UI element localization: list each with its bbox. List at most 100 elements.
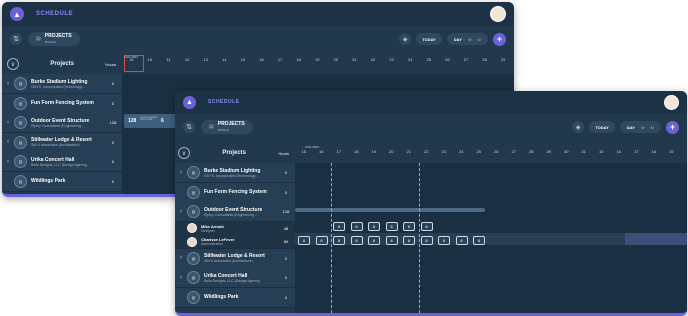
person-row[interactable]: Mike Arnold Designer 48 — [175, 221, 295, 236]
day-label: 13 — [203, 57, 208, 62]
app-logo-icon[interactable]: ▲ — [183, 95, 196, 109]
filter-icon[interactable]: ⇅ — [10, 33, 22, 45]
project-row[interactable]: ˅ ▤ Burke Stadium Lighting GDYS, Incorporat… — [2, 74, 122, 94]
layers-icon[interactable]: ◈ — [572, 121, 585, 133]
view-month[interactable]: M — [648, 125, 657, 130]
project-row[interactable]: ▤ Wildlings Park 0 — [2, 171, 122, 192]
project-avatar: ▤ — [187, 290, 200, 304]
today-button[interactable]: TODAY — [589, 121, 615, 133]
day-label: 17 — [277, 57, 283, 62]
hours-value: 0 — [284, 294, 288, 300]
hour-cell[interactable]: 8 — [350, 222, 363, 231]
project-selector-sub: MIDDLE — [217, 128, 230, 132]
project-row[interactable]: ˅ ▤ Urika Concert Hall Bella Designs, LLC (… — [175, 268, 295, 288]
view-month[interactable]: M — [475, 37, 484, 42]
hour-cell[interactable]: 8 — [298, 236, 310, 245]
view-switcher[interactable]: DAY W M — [446, 33, 488, 45]
app-name: SCHEDULE — [208, 99, 240, 105]
project-bar-outdoor-event[interactable] — [295, 208, 485, 212]
layers-icon[interactable]: ◈ — [399, 33, 412, 45]
chevron-down-icon[interactable]: ˅ — [175, 255, 187, 261]
project-row[interactable]: ˅ ▤ Burke Stadium Lighting GDYS, Incorporat… — [175, 163, 295, 183]
view-day[interactable]: DAY — [451, 37, 465, 42]
app-logo-icon[interactable]: ▲ — [10, 7, 24, 21]
today-marker — [331, 163, 332, 313]
sidebar-header: ∨ Projects Hours — [2, 54, 122, 74]
day-label: 15 — [240, 57, 246, 62]
hour-cell[interactable]: 8 — [333, 222, 345, 231]
collapse-all-icon[interactable]: ∨ — [7, 58, 19, 70]
collapse-all-icon[interactable]: ∨ — [178, 147, 190, 159]
hours-value: 128 — [109, 120, 117, 125]
day-label: 12 — [184, 57, 190, 62]
project-row[interactable]: ▤ Fun Form Fencing System 0 — [175, 182, 295, 203]
add-button[interactable]: + — [666, 120, 679, 134]
project-row[interactable]: ▤ Fun Form Fencing System 0 — [2, 93, 122, 114]
add-button[interactable]: + — [493, 32, 506, 46]
chevron-down-icon[interactable]: ˅ — [175, 275, 187, 281]
chevron-down-icon[interactable]: ˅ — [2, 120, 14, 126]
view-week[interactable]: W — [465, 37, 475, 42]
view-week[interactable]: W — [638, 125, 648, 130]
hour-cell[interactable]: 8 — [403, 222, 415, 231]
hour-cell[interactable]: 8 — [473, 236, 485, 245]
day-label: 25 — [476, 149, 481, 154]
today-button[interactable]: TODAY — [416, 33, 442, 45]
day-label: 17 — [634, 149, 639, 154]
filter-icon[interactable]: ⇅ — [183, 121, 195, 133]
project-row[interactable]: ˅ ▤ Stillwater Lodge & Resort Still & Assoc… — [2, 132, 122, 153]
user-avatar[interactable] — [664, 95, 679, 110]
sidebar-title: Projects — [222, 150, 246, 156]
project-row[interactable]: ˅ ▤ Outdoor Event Structure Ripley Consulta… — [2, 113, 122, 133]
day-label: 19 — [315, 57, 320, 62]
hour-cell[interactable]: 8 — [455, 236, 468, 245]
project-row[interactable]: ˄ ▤ Outdoor Event Structure Ripley Consulta… — [175, 202, 295, 222]
view-switcher[interactable]: DAY W M — [619, 121, 661, 133]
hour-cell[interactable]: 8 — [350, 236, 363, 245]
hours-value: 0 — [111, 81, 115, 86]
project-selector[interactable]: ▤ PROJECTS MIDDLE — [201, 120, 253, 134]
day-label: 21 — [406, 149, 411, 154]
sidebar-title: Projects — [50, 61, 74, 67]
project-name: Wildlings Park — [204, 294, 239, 300]
day-label: 18 — [651, 149, 656, 154]
project-name: Fun Form Fencing System — [204, 189, 267, 195]
day-label: 14 — [222, 57, 227, 62]
hour-cell[interactable]: 8 — [333, 236, 345, 245]
person-avatar — [187, 223, 197, 233]
chevron-down-icon[interactable]: ˅ — [2, 81, 14, 87]
hour-cell[interactable]: 8 — [368, 236, 380, 245]
day-label: 20 — [333, 57, 339, 62]
person-row[interactable]: Charisse LeFever Administration 80 — [175, 235, 295, 249]
hour-cell[interactable]: 8 — [385, 222, 398, 231]
hours-value: 0 — [111, 178, 115, 184]
project-avatar: ▤ — [187, 251, 200, 265]
timeline: 88888888888888888 — [295, 163, 687, 313]
hour-cell[interactable]: 8 — [403, 236, 415, 245]
user-avatar[interactable] — [490, 6, 506, 22]
hours-value: 128 — [282, 209, 290, 214]
project-row[interactable]: ˅ ▤ Urika Concert Hall Bella Designs, LLC (… — [2, 152, 122, 172]
hour-cell[interactable]: 8 — [368, 222, 380, 231]
chevron-down-icon[interactable]: ˅ — [2, 159, 14, 165]
hours-header: Hours — [278, 150, 289, 156]
day-label: 26 — [445, 57, 450, 62]
project-row[interactable]: ▤ Wildlings Park 0 — [175, 287, 295, 308]
project-row[interactable]: ˅ ▤ Stillwater Lodge & Resort Still & Assoc… — [175, 248, 295, 269]
person-role: Administration — [201, 242, 224, 246]
hours-header: Hours — [105, 61, 116, 67]
chevron-down-icon[interactable]: ˅ — [2, 139, 14, 145]
hour-cell[interactable]: 8 — [385, 236, 398, 245]
project-avatar: ▤ — [187, 205, 200, 218]
hour-cell[interactable]: 8 — [438, 236, 450, 245]
hour-cell[interactable]: 8 — [420, 222, 433, 231]
hour-cell[interactable]: 8 — [315, 236, 328, 245]
top-bar: ▲ SCHEDULE — [175, 91, 687, 113]
row-band-overflow — [625, 233, 687, 245]
hour-cell[interactable]: 8 — [420, 236, 433, 245]
chevron-up-icon[interactable]: ˄ — [175, 209, 187, 215]
day-label: 27 — [511, 149, 516, 154]
view-day[interactable]: DAY — [624, 125, 638, 130]
chevron-down-icon[interactable]: ˅ — [175, 170, 187, 176]
project-selector[interactable]: ▤ PROJECTS MIDDLE — [28, 32, 80, 46]
